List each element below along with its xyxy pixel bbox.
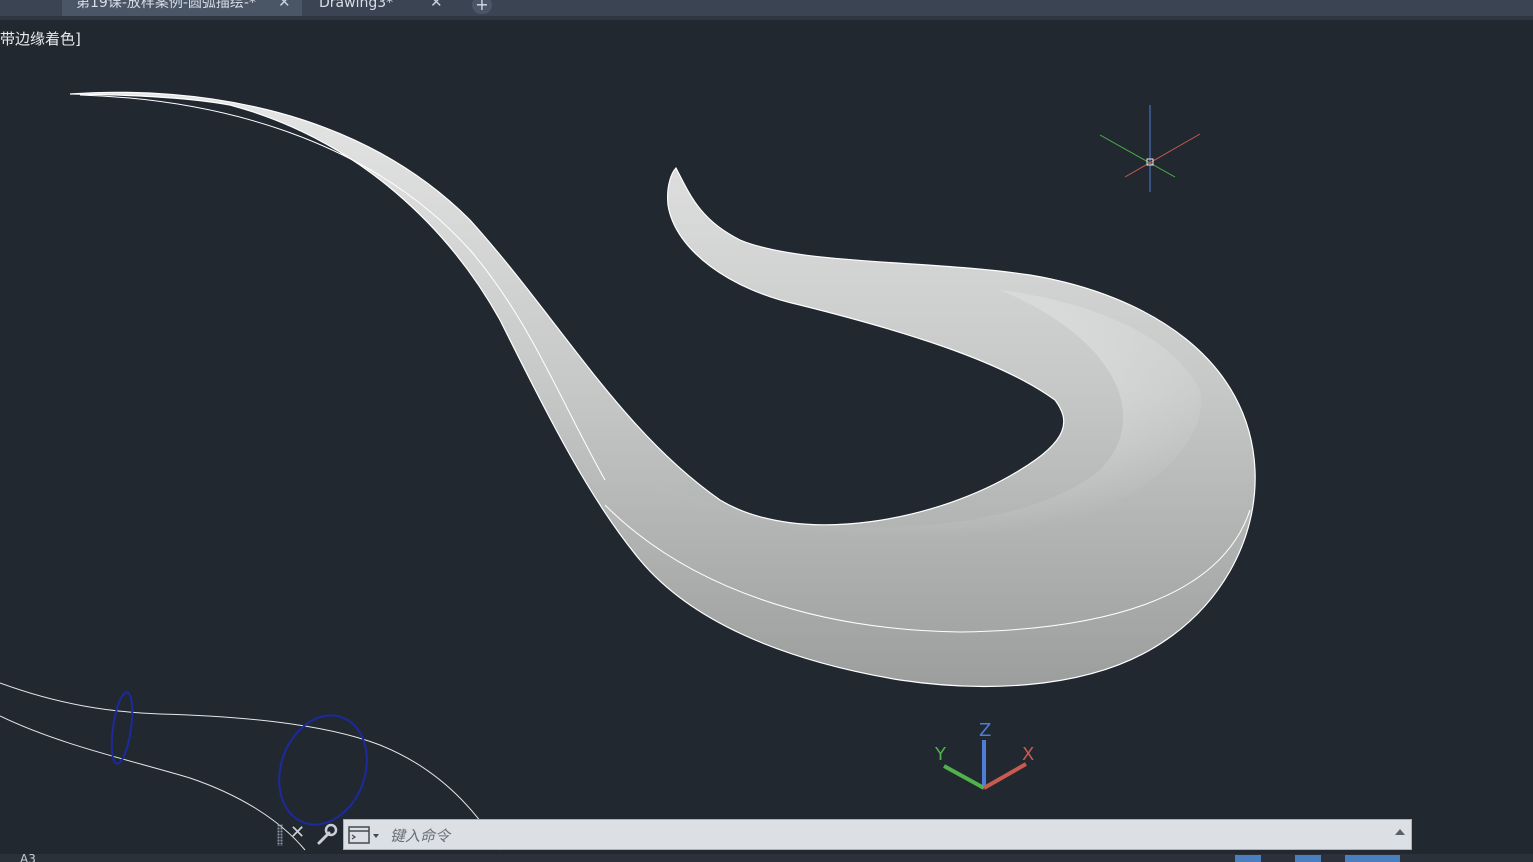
- status-toggle-button[interactable]: [1295, 855, 1321, 862]
- lofted-solid[interactable]: [69, 91, 1256, 688]
- command-handle-icon[interactable]: [277, 824, 283, 846]
- command-close-icon[interactable]: ✕: [290, 822, 305, 843]
- ucs-axis-x-label: X: [1022, 744, 1034, 765]
- ucs-icon[interactable]: Z Y X: [934, 720, 1034, 790]
- status-toggle-button[interactable]: [1235, 855, 1261, 862]
- status-toggle-button[interactable]: [1345, 855, 1400, 862]
- layout-tab-label[interactable]: A3: [20, 853, 36, 862]
- command-settings-icon[interactable]: [316, 822, 338, 846]
- ucs-axis-z-label: Z: [979, 720, 991, 741]
- command-prompt-icon[interactable]: [348, 826, 382, 844]
- command-input[interactable]: [388, 824, 1342, 848]
- command-line[interactable]: [343, 819, 1412, 850]
- ucs-axis-y-label: Y: [934, 744, 947, 765]
- drawing-viewport[interactable]: Z Y X: [0, 0, 1533, 862]
- command-history-icon[interactable]: [1395, 829, 1405, 835]
- crosshair-cursor-icon: [1099, 105, 1201, 192]
- autocad-window: 第19课-放样案例-圆弧描绘-* ✕ Drawing3* ✕ + 带边缘着色]: [0, 0, 1533, 862]
